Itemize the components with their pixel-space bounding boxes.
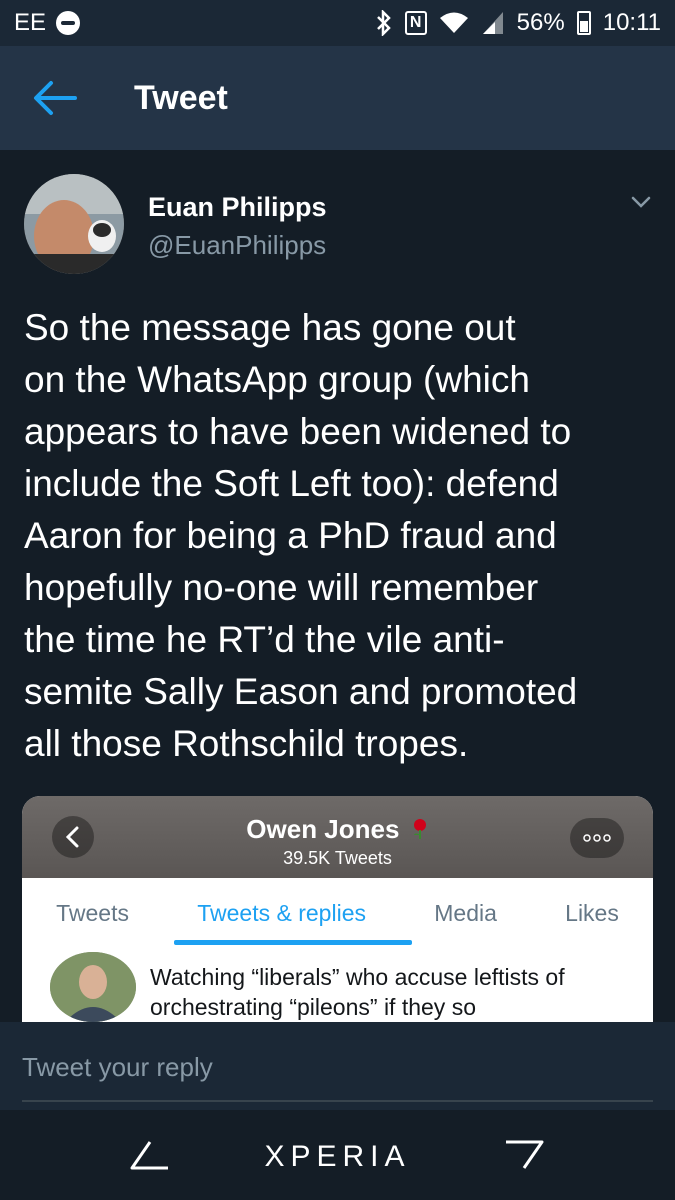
battery-percent: 56% [516, 9, 565, 36]
page-title: Tweet [134, 78, 228, 117]
author-name[interactable]: Euan Philipps [148, 192, 327, 223]
author-handle[interactable]: @EuanPhilipps [148, 230, 326, 261]
tweet-detail: Euan Philipps @EuanPhilipps So the messa… [0, 150, 675, 1022]
do-not-disturb-icon [56, 11, 81, 35]
media-row-avatar [50, 952, 136, 1022]
author-avatar[interactable] [24, 174, 124, 274]
nfc-icon: N [404, 11, 427, 35]
bluetooth-icon [376, 10, 391, 36]
rose-icon [413, 819, 426, 839]
more-horizontal-icon [583, 834, 611, 842]
media-profile-name-line: Owen Jones [22, 814, 653, 845]
battery-icon [576, 11, 591, 35]
back-button[interactable] [0, 46, 110, 150]
media-profile-name: Owen Jones [246, 814, 400, 844]
tweet-options-button[interactable] [626, 190, 656, 214]
media-tweet-count: 39.5K Tweets [283, 848, 392, 868]
media-tab-media: Media [434, 899, 497, 926]
wifi-icon [439, 12, 468, 33]
app-bar: Tweet [0, 46, 675, 150]
reply-bar: Tweet your reply [0, 1022, 675, 1110]
media-tab-likes: Likes [565, 899, 619, 926]
media-tab-tweets: Tweets [56, 899, 129, 926]
carrier-label: EE [14, 9, 47, 36]
media-row-text: Watching “liberals” who accuse leftists … [150, 964, 565, 1020]
arrow-left-icon [34, 81, 77, 115]
reply-input[interactable]: Tweet your reply [22, 1052, 213, 1083]
media-tweet-row: Watching “liberals” who accuse leftists … [22, 948, 653, 1022]
media-profile-header: Owen Jones 39.5K Tweets [22, 796, 653, 878]
media-more-button [570, 818, 624, 858]
chevron-down-icon [631, 196, 651, 208]
reply-input-underline [22, 1100, 653, 1102]
media-tab-tweets-replies: Tweets & replies [197, 899, 366, 926]
active-tab-indicator [174, 940, 412, 945]
tweet-text: So the message has gone out on the Whats… [24, 307, 578, 764]
status-bar: EE N 56% 10:11 [0, 0, 675, 46]
clock: 10:11 [602, 9, 661, 36]
tweet-media-image[interactable]: Owen Jones 39.5K Tweets Tweets Tweets & … [22, 796, 653, 1022]
system-nav-bar: XPERIA [0, 1110, 675, 1200]
device-brand: XPERIA [264, 1140, 411, 1173]
media-profile-tabs: Tweets Tweets & replies Media Likes [22, 878, 653, 948]
signal-icon [482, 12, 503, 34]
nav-recent-apps-icon[interactable] [502, 1138, 546, 1172]
